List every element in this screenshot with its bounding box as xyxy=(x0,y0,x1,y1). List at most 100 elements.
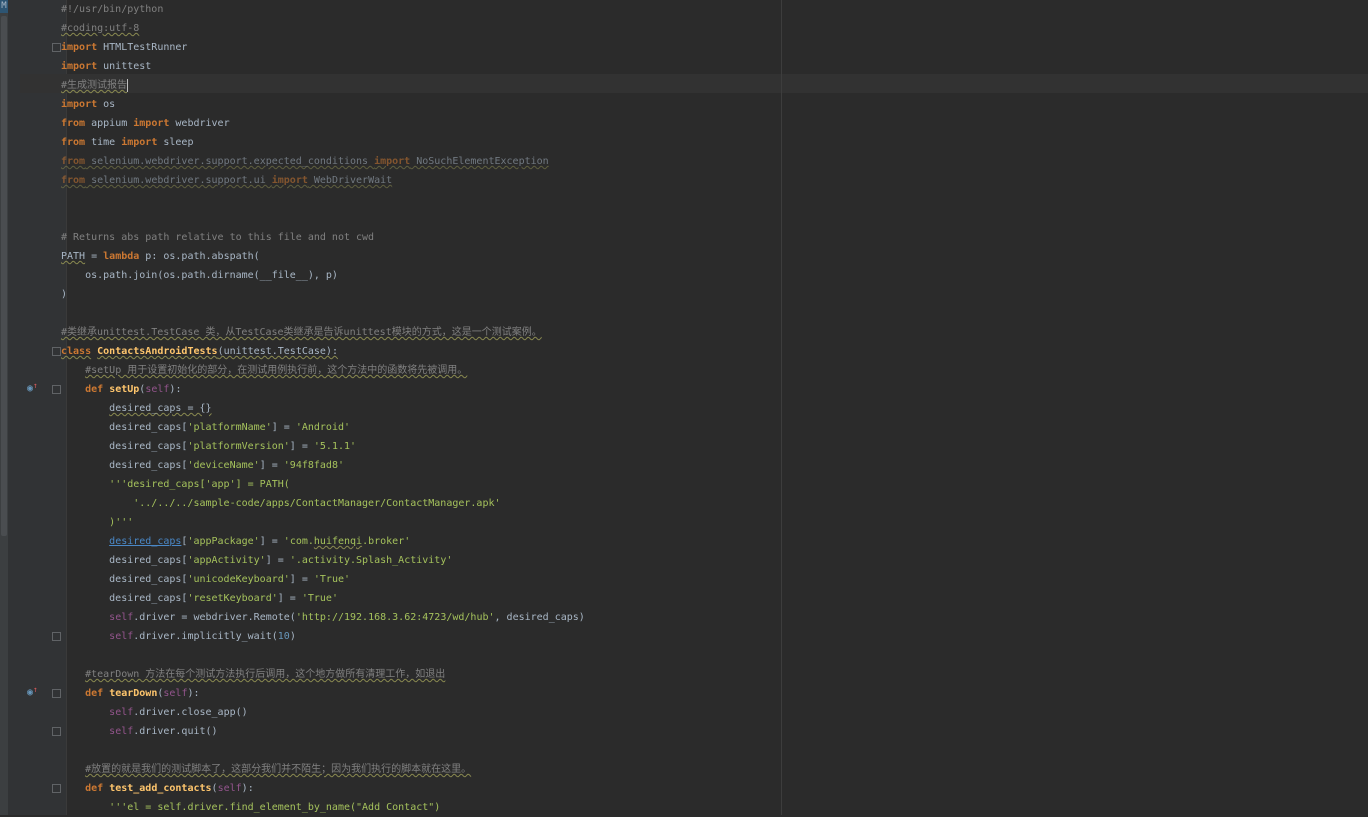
code-line[interactable]: #tearDown 方法在每个测试方法执行后调用，这个地方做所有清理工作，如退出 xyxy=(61,665,1361,684)
code-token: # Returns abs path relative to this file… xyxy=(61,232,375,243)
code-token: 'True' xyxy=(313,574,351,585)
code-token: sleep xyxy=(157,137,194,148)
code-token: )''' xyxy=(109,517,134,528)
code-line[interactable]: #coding:utf-8 xyxy=(61,19,1361,38)
code-line[interactable]: self.driver = webdriver.Remote('http://1… xyxy=(61,608,1361,627)
code-line[interactable]: #setUp 用于设置初始化的部分，在测试用例执行前，这个方法中的函数将先被调用… xyxy=(61,361,1361,380)
code-line[interactable]: desired_caps['appActivity'] = '.activity… xyxy=(61,551,1361,570)
code-line[interactable]: desired_caps['unicodeKeyboard'] = 'True' xyxy=(61,570,1361,589)
code-token: ) xyxy=(61,289,68,300)
code-token: 'Android' xyxy=(295,422,351,433)
code-line[interactable]: desired_caps['platformName'] = 'Android' xyxy=(61,418,1361,437)
code-editor[interactable]: #!/usr/bin/python #coding:utf-8 import HTM… xyxy=(61,0,1361,817)
override-method-icon[interactable]: ◉ ↑ xyxy=(27,381,38,394)
code-token: self xyxy=(145,384,170,395)
tool-window-tab[interactable]: M xyxy=(0,0,8,13)
code-token: desired_caps[ xyxy=(61,422,188,433)
code-token: desired_caps[ xyxy=(61,574,188,585)
left-tool-strip: M xyxy=(0,0,8,815)
code-line[interactable]: desired_caps['platformVersion'] = '5.1.1… xyxy=(61,437,1361,456)
code-line[interactable]: )''' xyxy=(61,513,1361,532)
override-method-icon[interactable]: ◉ ↑ xyxy=(27,685,38,698)
code-line[interactable]: def test_add_contacts(self): xyxy=(61,779,1361,798)
code-line[interactable]: '''desired_caps['app'] = PATH( xyxy=(61,475,1361,494)
fold-toggle-icon[interactable] xyxy=(52,347,61,356)
code-line[interactable]: #生成测试报告 xyxy=(61,76,1361,95)
code-line[interactable]: desired_caps = {} xyxy=(61,399,1361,418)
code-line[interactable]: def tearDown(self): xyxy=(61,684,1361,703)
code-token: 'appActivity' xyxy=(187,555,266,566)
code-token: '5.1.1' xyxy=(313,441,357,452)
code-line[interactable]: '''el = self.driver.find_element_by_name… xyxy=(61,798,1361,817)
fold-toggle-icon[interactable] xyxy=(52,784,61,793)
code-token: = xyxy=(85,251,104,262)
code-line[interactable] xyxy=(61,190,1361,209)
code-line[interactable]: '../../../sample-code/apps/ContactManage… xyxy=(61,494,1361,513)
code-token: appium xyxy=(85,118,134,129)
code-token: 'platformName' xyxy=(187,422,272,433)
code-token: import xyxy=(61,61,98,72)
project-scrollbar[interactable] xyxy=(1,16,7,536)
fold-toggle-icon[interactable] xyxy=(52,385,61,394)
code-line[interactable]: from appium import webdriver xyxy=(61,114,1361,133)
code-token: self xyxy=(109,707,134,718)
text-caret xyxy=(127,78,129,92)
code-token: PATH xyxy=(61,251,86,262)
code-token: def xyxy=(85,688,104,699)
code-line[interactable]: desired_caps['deviceName'] = '94f8fad8' xyxy=(61,456,1361,475)
code-line[interactable]: PATH = lambda p: os.path.abspath( xyxy=(61,247,1361,266)
code-line[interactable]: #!/usr/bin/python xyxy=(61,0,1361,19)
fold-toggle-icon[interactable] xyxy=(52,43,61,52)
code-line[interactable]: import os xyxy=(61,95,1361,114)
code-line[interactable]: from time import sleep xyxy=(61,133,1361,152)
code-line[interactable]: # Returns abs path relative to this file… xyxy=(61,228,1361,247)
code-token: from xyxy=(61,156,86,167)
code-line[interactable]: #放置的就是我们的测试脚本了，这部分我们并不陌生；因为我们执行的脚本就在这里。 xyxy=(61,760,1361,779)
code-line[interactable]: def setUp(self): xyxy=(61,380,1361,399)
code-token: '../../../sample-code/apps/ContactManage… xyxy=(133,498,501,509)
code-token: self xyxy=(217,783,242,794)
code-token: , desired_caps) xyxy=(494,612,585,623)
code-token: from xyxy=(61,118,86,129)
fold-end-icon[interactable] xyxy=(52,727,61,736)
code-line[interactable] xyxy=(61,209,1361,228)
code-line[interactable]: import HTMLTestRunner xyxy=(61,38,1361,57)
code-line[interactable] xyxy=(61,646,1361,665)
code-line[interactable]: #类继承unittest.TestCase 类，从TestCase类继承是告诉u… xyxy=(61,323,1361,342)
code-line[interactable]: self.driver.close_app() xyxy=(61,703,1361,722)
code-line[interactable]: self.driver.quit() xyxy=(61,722,1361,741)
code-token: ] = xyxy=(289,441,314,452)
code-token: def xyxy=(85,783,104,794)
code-token: ) xyxy=(289,631,296,642)
code-line[interactable]: ) xyxy=(61,285,1361,304)
code-line[interactable]: self.driver.implicitly_wait(10) xyxy=(61,627,1361,646)
code-line[interactable]: from selenium.webdriver.support.expected… xyxy=(61,152,1361,171)
code-line[interactable]: class ContactsAndroidTests(unittest.Test… xyxy=(61,342,1361,361)
code-token: .driver.implicitly_wait( xyxy=(133,631,278,642)
fold-toggle-icon[interactable] xyxy=(52,689,61,698)
code-token: #tearDown 方法在每个测试方法执行后调用，这个地方做所有清理工作，如退出 xyxy=(85,669,446,680)
code-token: .driver.quit() xyxy=(133,726,218,737)
code-token: test_add_contacts xyxy=(109,783,212,794)
fold-end-icon[interactable] xyxy=(52,632,61,641)
code-line[interactable]: import unittest xyxy=(61,57,1361,76)
code-token: #生成测试报告 xyxy=(61,80,128,91)
code-line[interactable]: os.path.join(os.path.dirname(__file__), … xyxy=(61,266,1361,285)
code-line[interactable] xyxy=(61,304,1361,323)
code-line[interactable] xyxy=(61,741,1361,760)
code-line[interactable]: desired_caps['appPackage'] = 'com.huifen… xyxy=(61,532,1361,551)
code-token: #coding:utf-8 xyxy=(61,23,140,34)
code-token: self xyxy=(109,631,134,642)
code-token: '94f8fad8' xyxy=(283,460,344,471)
code-token: #setUp 用于设置初始化的部分，在测试用例执行前，这个方法中的函数将先被调用… xyxy=(85,365,468,376)
code-token: .broker' xyxy=(362,536,411,547)
code-line[interactable]: desired_caps['resetKeyboard'] = 'True' xyxy=(61,589,1361,608)
code-token: '''desired_caps['app'] = PATH( xyxy=(109,479,290,490)
code-token: ] = xyxy=(259,460,284,471)
code-line[interactable]: from selenium.webdriver.support.ui impor… xyxy=(61,171,1361,190)
